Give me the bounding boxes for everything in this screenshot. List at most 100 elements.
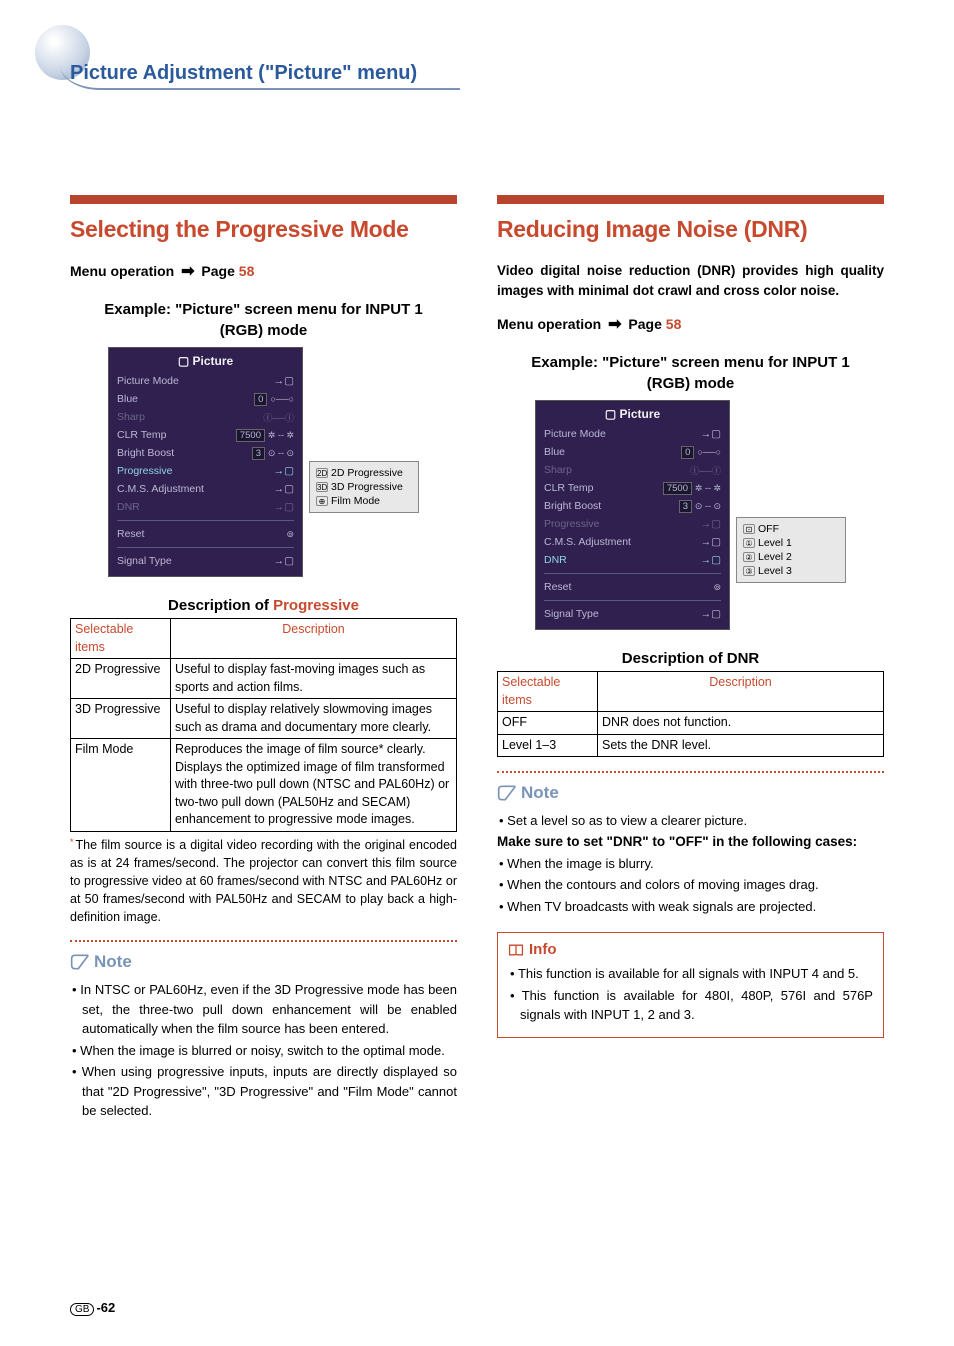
menu-operation-ref: Menu operation ➡ Page 58 xyxy=(70,261,457,281)
osd-row: Signal Type→▢ xyxy=(544,605,721,623)
osd-row: Signal Type→▢ xyxy=(117,552,294,570)
dotted-divider xyxy=(70,940,457,946)
osd-screenshot-row: ▢ Picture Picture Mode→▢Blue0 ○──○SharpⒾ… xyxy=(497,400,884,630)
info-icon xyxy=(508,943,524,957)
info-label: Info xyxy=(508,941,873,958)
submenu-item: ⊡OFF xyxy=(743,522,839,536)
footnote: *The film source is a digital video reco… xyxy=(70,836,457,927)
osd-row: CLR Temp7500 ✲ -- ✲ xyxy=(544,479,721,497)
osd-submenu-dnr: ⊡OFF ①Level 1 ②Level 2 ③Level 3 xyxy=(736,517,846,583)
example-caption: Example: "Picture" screen menu for INPUT… xyxy=(85,299,442,341)
osd-row: Picture Mode→▢ xyxy=(117,372,294,390)
osd-title: ▢ Picture xyxy=(117,354,294,368)
page-footer: GB-62 xyxy=(70,1300,115,1316)
osd-row: C.M.S. Adjustment→▢ xyxy=(544,533,721,551)
th-selectable: Selectable items xyxy=(498,672,598,712)
osd-row: SharpⒾ──Ⓘ xyxy=(117,408,294,426)
osd-row: Blue0 ○──○ xyxy=(117,390,294,408)
section-title-progressive: Selecting the Progressive Mode xyxy=(70,216,457,243)
dnr-intro: Video digital noise reduction (DNR) prov… xyxy=(497,261,884,300)
submenu-item: ①Level 1 xyxy=(743,536,839,550)
note-icon xyxy=(497,784,517,802)
osd-panel-progressive: ▢ Picture Picture Mode→▢Blue0 ○──○SharpⒾ… xyxy=(108,347,303,577)
osd-submenu-progressive: 2D2D Progressive 3D3D Progressive ⊕Film … xyxy=(309,461,419,513)
info-bullets: This function is available for all signa… xyxy=(508,964,873,1025)
desc-heading: Description of Progressive xyxy=(70,597,457,614)
submenu-item: ③Level 3 xyxy=(743,564,839,578)
progressive-desc-table: Selectable itemsDescription 2D Progressi… xyxy=(70,618,457,832)
left-column: Selecting the Progressive Mode Menu oper… xyxy=(70,195,457,1123)
osd-row: CLR Temp7500 ✲ -- ✲ xyxy=(117,426,294,444)
td: Reproduces the image of film source* cle… xyxy=(171,739,457,832)
arrow-icon: ➡ xyxy=(608,316,621,333)
td: DNR does not function. xyxy=(598,712,884,735)
example-caption: Example: "Picture" screen menu for INPUT… xyxy=(512,352,869,394)
menu-op-page-label: Page xyxy=(201,263,234,279)
td: Film Mode xyxy=(71,739,171,832)
td: Useful to display relatively slowmoving … xyxy=(171,699,457,739)
td: Sets the DNR level. xyxy=(598,734,884,757)
dotted-divider xyxy=(497,771,884,777)
osd-row: C.M.S. Adjustment→▢ xyxy=(117,480,294,498)
page-title: Picture Adjustment ("Picture" menu) xyxy=(70,62,417,85)
note-label: Note xyxy=(497,783,884,803)
submenu-item: ⊕Film Mode xyxy=(316,494,412,508)
menu-operation-ref: Menu operation ➡ Page 58 xyxy=(497,314,884,334)
menu-op-prefix: Menu operation xyxy=(70,263,174,279)
info-box: Info This function is available for all … xyxy=(497,932,884,1038)
td: Level 1–3 xyxy=(498,734,598,757)
page-link-58[interactable]: 58 xyxy=(239,263,255,279)
section-divider xyxy=(497,195,884,204)
osd-row: Progressive→▢ xyxy=(117,462,294,480)
osd-row: Bright Boost3 ⊙ -- ⊙ xyxy=(117,444,294,462)
td: OFF xyxy=(498,712,598,735)
th-selectable: Selectable items xyxy=(71,619,171,659)
note-bullets: Set a level so as to view a clearer pict… xyxy=(497,811,884,831)
osd-row: Blue0 ○──○ xyxy=(544,443,721,461)
submenu-item: 3D3D Progressive xyxy=(316,480,412,494)
dnr-desc-table: Selectable itemsDescription OFFDNR does … xyxy=(497,671,884,757)
note-item: When TV broadcasts with weak signals are… xyxy=(499,897,884,917)
osd-row: SharpⒾ──Ⓘ xyxy=(544,461,721,479)
note-item: When using progressive inputs, inputs ar… xyxy=(72,1062,457,1121)
info-item: This function is available for 480I, 480… xyxy=(510,986,873,1025)
submenu-item: 2D2D Progressive xyxy=(316,466,412,480)
osd-row: Progressive→▢ xyxy=(544,515,721,533)
th-desc: Description xyxy=(171,619,457,659)
osd-row: Reset⊚ xyxy=(544,578,721,596)
info-item: This function is available for all signa… xyxy=(510,964,873,984)
desc-heading: Description of DNR xyxy=(497,650,884,667)
td: Useful to display fast-moving images suc… xyxy=(171,659,457,699)
footnote-star: * xyxy=(70,837,74,847)
td: 3D Progressive xyxy=(71,699,171,739)
note-item: In NTSC or PAL60Hz, even if the 3D Progr… xyxy=(72,980,457,1039)
note-label: Note xyxy=(70,952,457,972)
note-bullets-cases: When the image is blurry. When the conto… xyxy=(497,854,884,917)
note-bold: Make sure to set "DNR" to "OFF" in the f… xyxy=(497,833,884,852)
menu-op-prefix: Menu operation xyxy=(497,316,601,332)
osd-title: ▢ Picture xyxy=(544,407,721,421)
note-bullets: In NTSC or PAL60Hz, even if the 3D Progr… xyxy=(70,980,457,1121)
osd-row: Bright Boost3 ⊙ -- ⊙ xyxy=(544,497,721,515)
note-icon xyxy=(70,953,90,971)
osd-panel-dnr: ▢ Picture Picture Mode→▢Blue0 ○──○SharpⒾ… xyxy=(535,400,730,630)
page-link-58[interactable]: 58 xyxy=(666,316,682,332)
note-item: When the image is blurry. xyxy=(499,854,884,874)
osd-row: Reset⊚ xyxy=(117,525,294,543)
note-item: When the image is blurred or noisy, swit… xyxy=(72,1041,457,1061)
osd-row: DNR→▢ xyxy=(117,498,294,516)
page-number: -62 xyxy=(96,1300,115,1315)
menu-op-page-label: Page xyxy=(628,316,661,332)
gb-badge: GB xyxy=(70,1303,94,1316)
osd-row: Picture Mode→▢ xyxy=(544,425,721,443)
osd-row: DNR→▢ xyxy=(544,551,721,569)
osd-screenshot-row: ▢ Picture Picture Mode→▢Blue0 ○──○SharpⒾ… xyxy=(70,347,457,577)
td: 2D Progressive xyxy=(71,659,171,699)
right-column: Reducing Image Noise (DNR) Video digital… xyxy=(497,195,884,1123)
arrow-icon: ➡ xyxy=(181,263,194,280)
th-desc: Description xyxy=(598,672,884,712)
submenu-item: ②Level 2 xyxy=(743,550,839,564)
note-intro: Set a level so as to view a clearer pict… xyxy=(499,811,884,831)
section-divider xyxy=(70,195,457,204)
section-title-dnr: Reducing Image Noise (DNR) xyxy=(497,216,884,243)
